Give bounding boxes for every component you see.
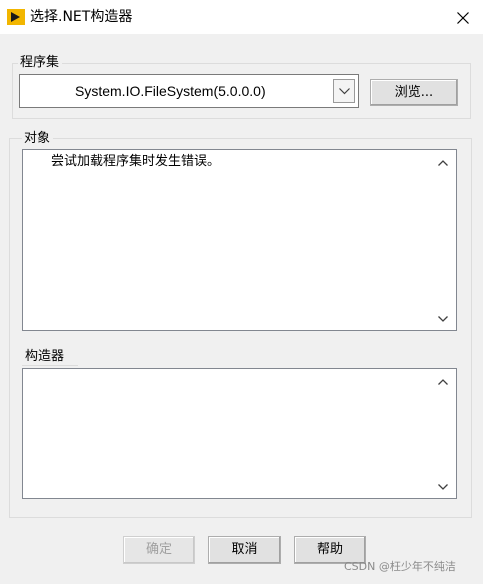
objects-listbox[interactable]: 尝试加载程序集时发生错误。: [22, 149, 457, 331]
assembly-group-label: 程序集: [18, 55, 63, 70]
title-bar: 选择.NET构造器: [0, 0, 483, 34]
chevron-down-icon: [339, 88, 350, 95]
constructors-label-underline: [22, 365, 78, 366]
labview-arrow-icon: [7, 9, 25, 25]
chevron-down-icon: [438, 484, 448, 490]
scroll-up-button[interactable]: [436, 375, 450, 389]
constructors-listbox[interactable]: [22, 368, 457, 499]
chevron-down-icon: [438, 316, 448, 322]
watermark-text: CSDN @枉少年不纯洁: [344, 560, 456, 573]
constructors-group-label: 构造器: [23, 349, 68, 364]
close-icon: [457, 12, 469, 24]
assembly-selected-value: System.IO.FileSystem(5.0.0.0): [75, 83, 266, 99]
chevron-up-icon: [438, 160, 448, 166]
chevron-up-icon: [438, 379, 448, 385]
cancel-button[interactable]: 取消: [208, 536, 281, 564]
window-title: 选择.NET构造器: [30, 9, 133, 25]
scroll-down-button[interactable]: [436, 480, 450, 494]
list-item[interactable]: 尝试加载程序集时发生错误。: [51, 154, 220, 170]
dropdown-toggle[interactable]: [333, 79, 355, 103]
objects-group-label: 对象: [22, 131, 54, 146]
scroll-up-button[interactable]: [436, 156, 450, 170]
close-button[interactable]: [448, 5, 478, 31]
assembly-dropdown[interactable]: System.IO.FileSystem(5.0.0.0): [19, 74, 359, 108]
scroll-down-button[interactable]: [436, 312, 450, 326]
ok-button[interactable]: 确定: [123, 536, 195, 564]
browse-button[interactable]: 浏览...: [370, 79, 458, 106]
